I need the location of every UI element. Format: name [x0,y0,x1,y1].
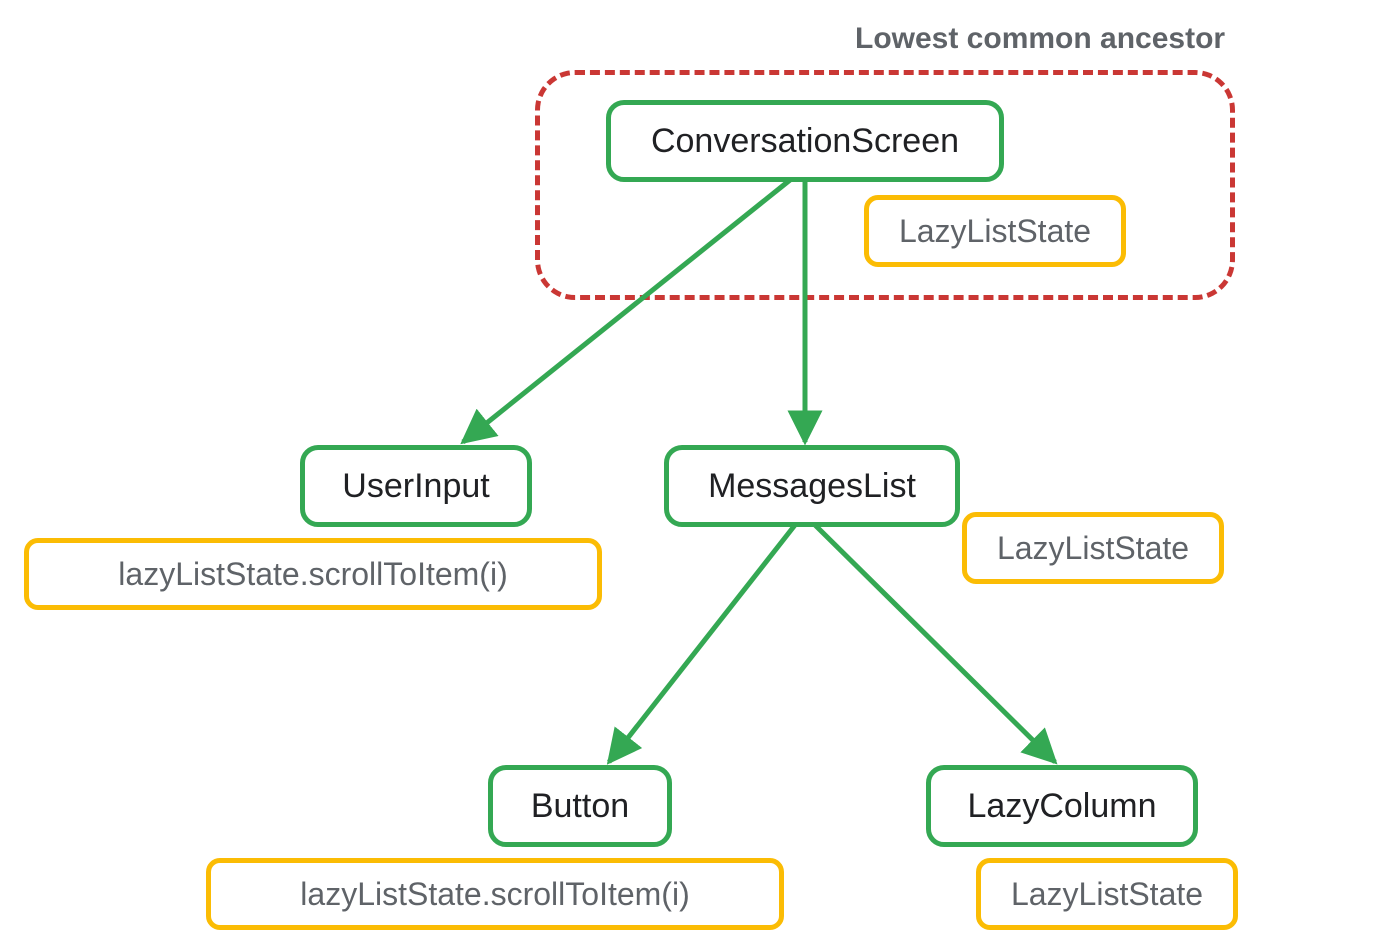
node-conversation-screen: ConversationScreen [606,100,1004,182]
node-user-input: UserInput [300,445,532,527]
tag-messages-lazyliststate: LazyListState [962,512,1224,584]
lowest-common-ancestor-label: Lowest common ancestor [855,22,1225,56]
tag-lazy-column-state: LazyListState [976,858,1238,930]
tag-button-call: lazyListState.scrollToItem(i) [206,858,784,930]
tag-user-input-call: lazyListState.scrollToItem(i) [24,538,602,610]
tag-root-lazyliststate: LazyListState [864,195,1126,267]
node-lazy-column: LazyColumn [926,765,1198,847]
node-button: Button [488,765,672,847]
node-messages-list: MessagesList [664,445,960,527]
